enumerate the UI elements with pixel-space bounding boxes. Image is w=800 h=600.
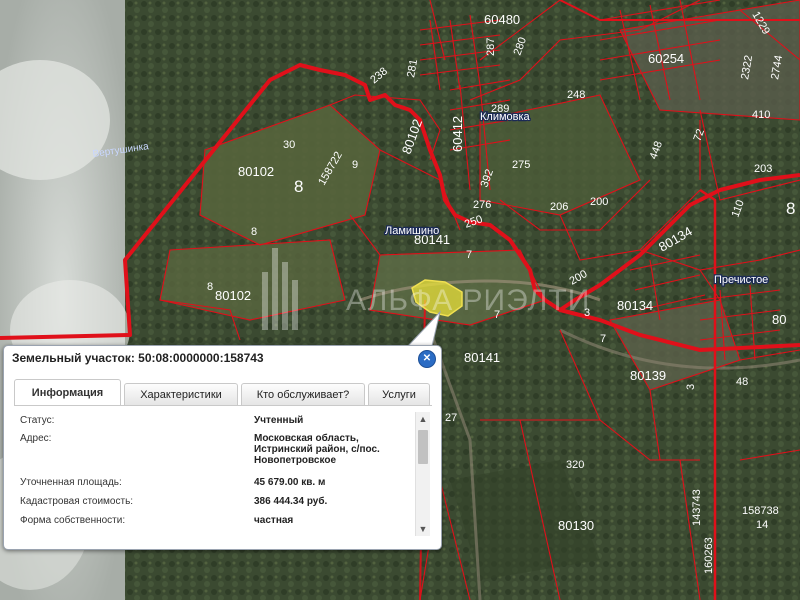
scroll-thumb[interactable] xyxy=(418,430,428,464)
parcel-label: 80130 xyxy=(558,518,594,533)
place-label: Пречистое xyxy=(714,274,768,286)
close-icon[interactable]: ✕ xyxy=(418,350,436,368)
scrollbar[interactable]: ▲ ▼ xyxy=(415,412,430,536)
ownership-value: частная xyxy=(254,515,294,526)
scroll-up-icon[interactable]: ▲ xyxy=(416,412,430,426)
parcel-label: 7 xyxy=(466,249,472,261)
parcel-label: 203 xyxy=(754,163,772,175)
parcel-label: 7 xyxy=(600,333,606,345)
address-label: Адрес: xyxy=(20,433,52,444)
popup-tabs: Информация Характеристики Кто обслуживае… xyxy=(14,379,432,406)
cost-value: 386 444.34 руб. xyxy=(254,496,328,507)
parcel-label: 248 xyxy=(567,89,585,101)
tab-characteristics[interactable]: Характеристики xyxy=(124,383,238,406)
parcel-label-big: 8 xyxy=(294,177,303,196)
cost-label: Кадастровая стоимость: xyxy=(20,496,134,507)
parcel-label: 80141 xyxy=(464,350,500,365)
parcel-label: 275 xyxy=(512,159,530,171)
parcel-label: 8 xyxy=(207,281,213,293)
parcel-label: 80102 xyxy=(215,288,251,303)
parcel-label: 80 xyxy=(772,312,786,327)
parcel-label: 9 xyxy=(352,159,358,171)
parcel-label: 160263 xyxy=(703,537,715,574)
popup-title: Земельный участок: 50:08:0000000:158743 xyxy=(12,351,264,365)
status-label: Статус: xyxy=(20,415,55,426)
info-panel: Статус: Учтенный Адрес: Московская облас… xyxy=(14,408,432,538)
parcel-label: 14 xyxy=(756,519,768,531)
parcel-label: 200 xyxy=(590,196,608,208)
parcel-label: 7 xyxy=(494,309,500,321)
tab-service[interactable]: Кто обслуживает? xyxy=(241,383,365,406)
ownership-label: Форма собственности: xyxy=(20,515,126,526)
parcel-info-popup: Земельный участок: 50:08:0000000:158743 … xyxy=(3,345,442,550)
parcel-label: 80134 xyxy=(617,298,653,313)
area-value: 45 679.00 кв. м xyxy=(254,477,326,488)
parcel-label: 3 xyxy=(584,307,590,319)
parcel-label: 60412 xyxy=(450,116,465,152)
tab-information[interactable]: Информация xyxy=(14,379,121,406)
place-label: Климовка xyxy=(480,111,531,123)
parcel-label: 276 xyxy=(473,199,491,211)
watermark-text: АЛЬФА РИЭЛТИ xyxy=(346,284,590,317)
parcel-label: 287 xyxy=(485,38,497,56)
parcel-label: 80139 xyxy=(630,368,666,383)
area-label: Уточненная площадь: xyxy=(20,477,122,488)
parcel-label: 30 xyxy=(283,139,295,151)
address-value: Московская область, Истринский район, с/… xyxy=(254,433,380,466)
place-label: Ламишино xyxy=(385,225,439,237)
parcel-label: 80102 xyxy=(238,164,274,179)
status-value: Учтенный xyxy=(254,415,304,426)
parcel-label: 60254 xyxy=(648,51,684,66)
parcel-label: 48 xyxy=(736,376,748,388)
parcel-label: 410 xyxy=(752,109,770,121)
parcel-label: 158738 xyxy=(742,505,779,517)
scroll-down-icon[interactable]: ▼ xyxy=(416,522,430,536)
parcel-label: 8 xyxy=(251,226,257,238)
parcel-label: 320 xyxy=(566,459,584,471)
parcel-label-big: 8 xyxy=(786,199,795,218)
parcel-label: 143743 xyxy=(691,489,703,526)
parcel-label: 27 xyxy=(445,412,457,424)
parcel-label: 3 xyxy=(685,384,697,390)
tab-services[interactable]: Услуги xyxy=(368,383,430,406)
parcel-label: 206 xyxy=(550,201,568,213)
parcel-label: 60480 xyxy=(484,12,520,27)
